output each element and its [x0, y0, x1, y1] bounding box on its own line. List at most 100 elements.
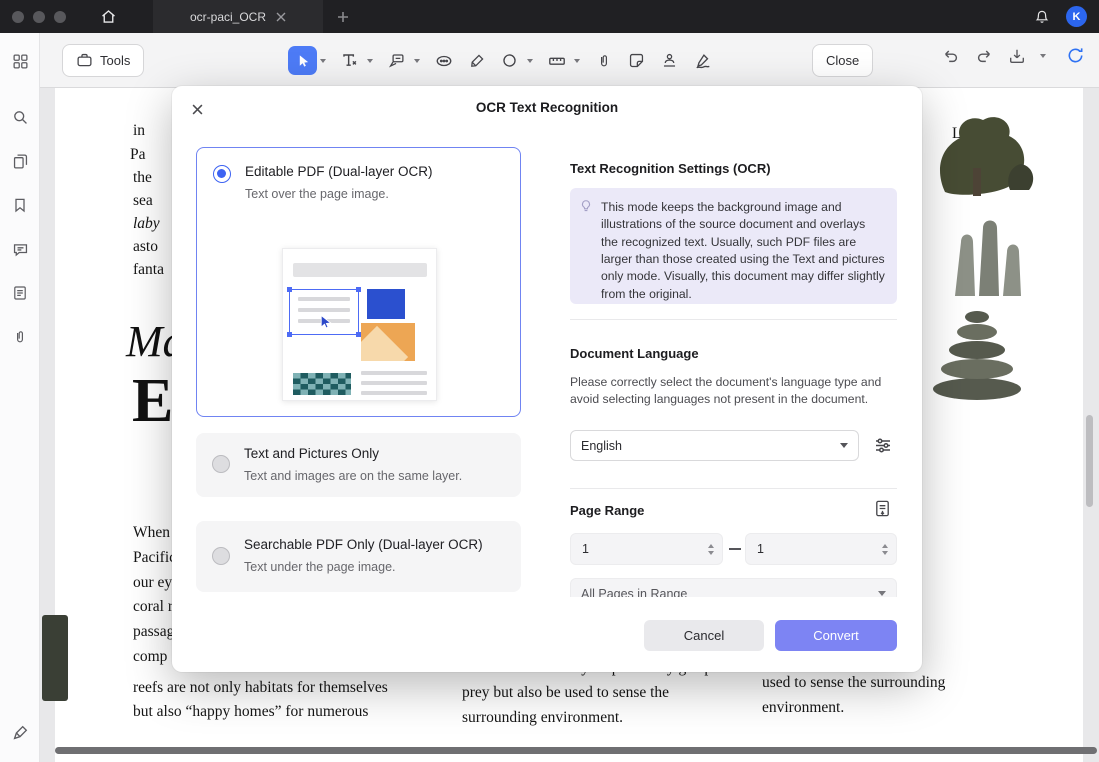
page-mode-select[interactable]: All Pages in Range — [570, 578, 897, 597]
page-from-input[interactable] — [571, 542, 681, 556]
dashboard-grid-icon[interactable] — [10, 51, 30, 71]
page-to-stepper[interactable] — [882, 544, 888, 555]
shapes-tool-button[interactable] — [495, 46, 524, 75]
select-tool-button[interactable] — [288, 46, 317, 75]
window-close-button[interactable] — [12, 11, 24, 23]
close-mode-button[interactable]: Close — [812, 44, 873, 77]
notifications-bell-icon[interactable] — [1034, 9, 1050, 25]
doc-text-fragment: coral r — [133, 598, 173, 616]
page-thumbnails-icon[interactable] — [10, 151, 30, 171]
select-tool-caret-icon[interactable] — [320, 59, 326, 63]
save-icon[interactable] — [1008, 47, 1026, 65]
page-range-heading: Page Range — [570, 503, 644, 518]
doc-text-fragment: Pa — [130, 146, 146, 164]
text-tool-icon — [341, 52, 358, 69]
doc-text-fragment: the — [133, 169, 152, 187]
bookmark-icon[interactable] — [10, 195, 30, 215]
option-editable-pdf[interactable]: Editable PDF (Dual-layer OCR) Text over … — [196, 147, 521, 417]
window-minimize-button[interactable] — [33, 11, 45, 23]
range-dash — [729, 548, 741, 550]
window-controls — [12, 11, 66, 23]
app-window: ocr-paci_OCR K — [0, 0, 1099, 762]
coral-rings-photo — [925, 305, 1030, 400]
annotation-tools — [288, 46, 717, 75]
measure-tool-caret-icon[interactable] — [574, 59, 580, 63]
cursor-arrow-icon — [317, 313, 334, 335]
horizontal-scrollbar[interactable] — [55, 747, 1097, 754]
language-select[interactable]: English — [570, 430, 859, 461]
search-icon[interactable] — [10, 107, 30, 127]
doc-text-line: prey but also be used to sense the — [462, 684, 669, 702]
doc-text-fragment: Pacific — [133, 549, 176, 567]
cloud-sync-icon[interactable] — [1066, 46, 1085, 65]
redo-icon[interactable] — [975, 47, 993, 65]
window-zoom-button[interactable] — [54, 11, 66, 23]
edit-pen-icon[interactable] — [10, 723, 30, 743]
tab-close-icon[interactable] — [276, 12, 286, 22]
page-to-input[interactable] — [746, 542, 856, 556]
attachment-paperclip-icon[interactable] — [10, 327, 30, 347]
home-icon[interactable] — [100, 8, 117, 25]
doc-text-line: reefs are not only habitats for themselv… — [133, 679, 388, 697]
convert-button[interactable]: Convert — [775, 620, 897, 651]
tree-photo — [915, 110, 1040, 198]
language-settings-sliders-icon[interactable] — [873, 435, 893, 455]
section-divider — [570, 319, 897, 320]
attach-file-tool-button[interactable] — [589, 46, 618, 75]
doc-text-fragment: in — [133, 122, 145, 140]
doc-text-fragment: sea — [133, 192, 153, 210]
option-label: Text and Pictures Only — [244, 446, 379, 461]
callout-tool-caret-icon[interactable] — [414, 59, 420, 63]
paperclip-icon — [596, 53, 612, 69]
option-label: Searchable PDF Only (Dual-layer OCR) — [244, 537, 483, 552]
doc-text-line: used to sense the surrounding — [762, 674, 945, 692]
document-notes-icon[interactable] — [10, 283, 30, 303]
cancel-button[interactable]: Cancel — [644, 620, 764, 651]
main-toolbar: Tools — [40, 33, 1099, 88]
radio-searchable-pdf[interactable] — [212, 547, 230, 565]
sticker-tool-button[interactable] — [622, 46, 651, 75]
doc-text-fragment: When — [133, 524, 170, 542]
doc-text-line: but also “happy homes” for numerous — [133, 703, 368, 721]
option-description: Text and images are on the same layer. — [244, 469, 462, 483]
doc-text-fragment: asto — [133, 238, 158, 256]
text-tool-caret-icon[interactable] — [367, 59, 373, 63]
tools-button[interactable]: Tools — [62, 44, 144, 77]
text-tool-button[interactable] — [335, 46, 364, 75]
radio-text-pictures-only[interactable] — [212, 455, 230, 473]
doc-text-line: surrounding environment. — [462, 709, 623, 727]
highlighter-tool-button[interactable] — [462, 46, 491, 75]
stamp-tool-button[interactable] — [655, 46, 684, 75]
tools-button-label: Tools — [100, 53, 130, 68]
tools-icon — [76, 52, 93, 69]
undo-icon[interactable] — [942, 47, 960, 65]
signature-tool-button[interactable] — [688, 46, 717, 75]
ruler-icon — [548, 52, 566, 70]
vertical-scrollbar[interactable] — [1086, 415, 1093, 507]
comments-icon[interactable] — [10, 239, 30, 259]
cursor-arrow-icon — [295, 53, 311, 69]
doc-dropcap-fragment: E — [132, 366, 173, 437]
chevron-down-icon — [840, 443, 848, 448]
page-from-stepper[interactable] — [708, 544, 714, 555]
page-mode-value: All Pages in Range — [581, 587, 687, 598]
measure-tool-button[interactable] — [542, 46, 571, 75]
page-range-picker-icon[interactable] — [873, 499, 893, 519]
tab-title: ocr-paci_OCR — [190, 10, 266, 24]
shapes-tool-caret-icon[interactable] — [527, 59, 533, 63]
callout-tool-button[interactable] — [382, 46, 411, 75]
document-tab[interactable]: ocr-paci_OCR — [153, 0, 323, 33]
option-description: Text over the page image. — [245, 187, 389, 201]
radio-editable-pdf[interactable] — [213, 165, 231, 183]
new-tab-button[interactable] — [337, 11, 349, 23]
left-sidebar — [0, 33, 40, 762]
callout-icon — [388, 52, 405, 69]
option-searchable-pdf[interactable]: Searchable PDF Only (Dual-layer OCR) Tex… — [196, 521, 521, 592]
ocr-dialog: OCR Text Recognition Editable PDF (Dual-… — [172, 86, 922, 672]
save-options-caret-icon[interactable] — [1040, 54, 1046, 58]
user-avatar[interactable]: K — [1066, 6, 1087, 27]
option-text-pictures-only[interactable]: Text and Pictures Only Text and images a… — [196, 433, 521, 497]
page-to-field — [745, 533, 897, 565]
titlebar-right: K — [1034, 6, 1087, 27]
comment-ellipse-tool-button[interactable] — [429, 46, 458, 75]
